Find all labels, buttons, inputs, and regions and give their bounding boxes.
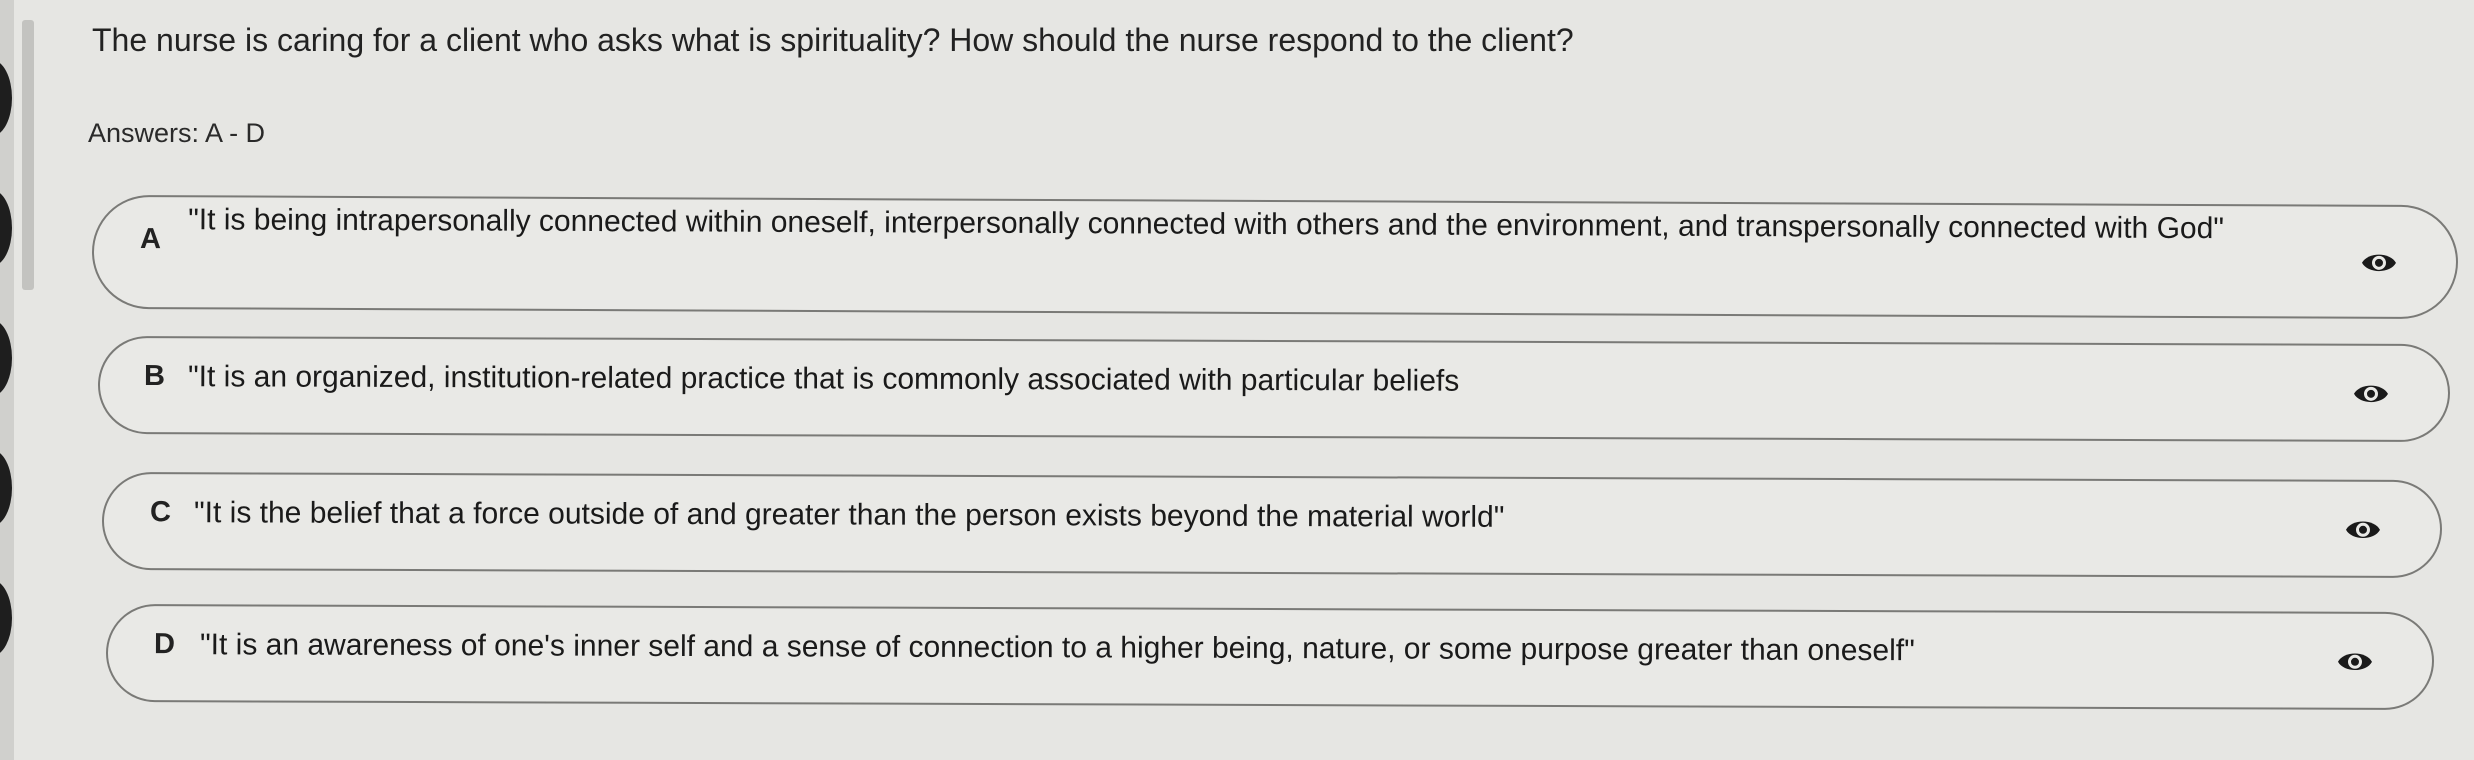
eye-icon[interactable] <box>2352 380 2390 408</box>
eye-icon[interactable] <box>2360 249 2398 277</box>
question-text: The nurse is caring for a client who ask… <box>92 22 1574 58</box>
left-decoration <box>0 60 12 710</box>
answers-label: Answers: A - D <box>88 118 266 148</box>
answer-option-d[interactable]: D "It is an awareness of one's inner sel… <box>105 603 2435 711</box>
left-dot <box>0 320 12 396</box>
option-text: "It is an awareness of one's inner self … <box>199 628 1915 668</box>
answer-option-a[interactable]: A "It is being intrapersonally connected… <box>91 194 2459 320</box>
eye-icon[interactable] <box>2336 648 2374 676</box>
left-dot <box>0 580 12 656</box>
option-letter: B <box>143 360 166 393</box>
left-dot <box>0 190 12 266</box>
left-dot <box>0 450 12 526</box>
option-letter: D <box>153 628 176 661</box>
option-text: "It is the belief that a force outside o… <box>193 496 1505 534</box>
option-letter: A <box>139 223 162 256</box>
option-letter: C <box>149 496 172 529</box>
answer-option-c[interactable]: C "It is the belief that a force outside… <box>101 471 2443 579</box>
eye-icon[interactable] <box>2344 516 2382 544</box>
left-dot <box>0 60 12 136</box>
option-text: "It is an organized, institution-related… <box>187 360 1460 398</box>
option-text: "It is being intrapersonally connected w… <box>188 203 2225 246</box>
scrollbar[interactable] <box>22 20 34 290</box>
answer-option-b[interactable]: B "It is an organized, institution-relat… <box>97 335 2451 443</box>
